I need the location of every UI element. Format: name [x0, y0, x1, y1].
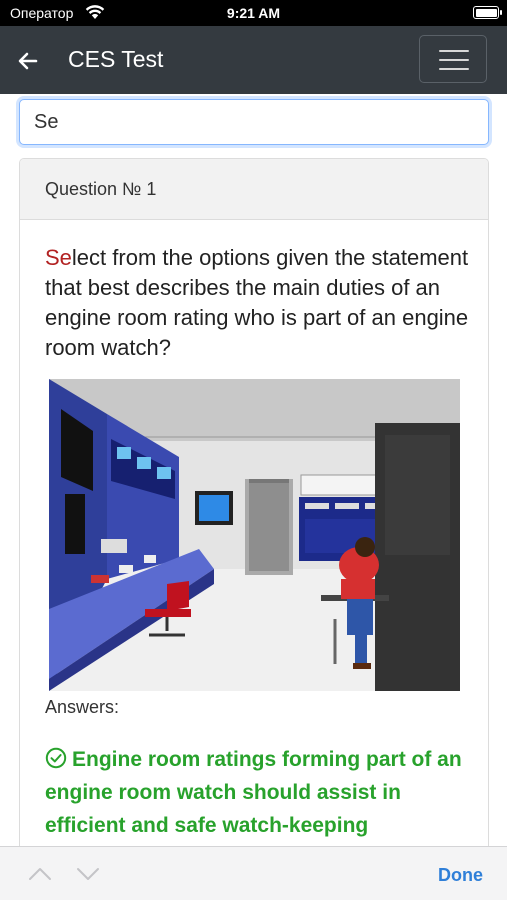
- answers-label: Answers:: [45, 697, 120, 717]
- keyboard-toolbar: Done: [0, 846, 507, 900]
- search-highlight: Se: [45, 245, 72, 270]
- question-illustration: [49, 379, 460, 691]
- question-text-rest: lect from the options given the statemen…: [45, 245, 469, 360]
- question-text: Select from the options given the statem…: [45, 243, 475, 363]
- search-input[interactable]: [19, 99, 489, 145]
- question-number: Question № 1: [20, 159, 488, 220]
- navbar: CES Test: [0, 26, 507, 94]
- back-arrow-icon[interactable]: [14, 48, 42, 74]
- check-circle-icon: [45, 746, 67, 769]
- question-card: Question № 1 Select from the options giv…: [19, 158, 489, 900]
- answer-option[interactable]: Engine room ratings forming part of an e…: [45, 743, 475, 842]
- page-title: CES Test: [68, 46, 164, 72]
- battery-fill: [475, 8, 497, 17]
- battery-icon: [473, 6, 502, 19]
- clock: 9:21 AM: [226, 5, 281, 21]
- chevron-up-icon[interactable]: [27, 865, 53, 883]
- answer-text: Engine room ratings forming part of an e…: [45, 748, 462, 837]
- chevron-down-icon[interactable]: [75, 865, 101, 883]
- done-button[interactable]: Done: [438, 865, 483, 886]
- battery-nub: [500, 10, 502, 15]
- status-bar: Оператор 9:21 AM: [0, 0, 507, 26]
- hamburger-menu-icon[interactable]: [419, 35, 487, 83]
